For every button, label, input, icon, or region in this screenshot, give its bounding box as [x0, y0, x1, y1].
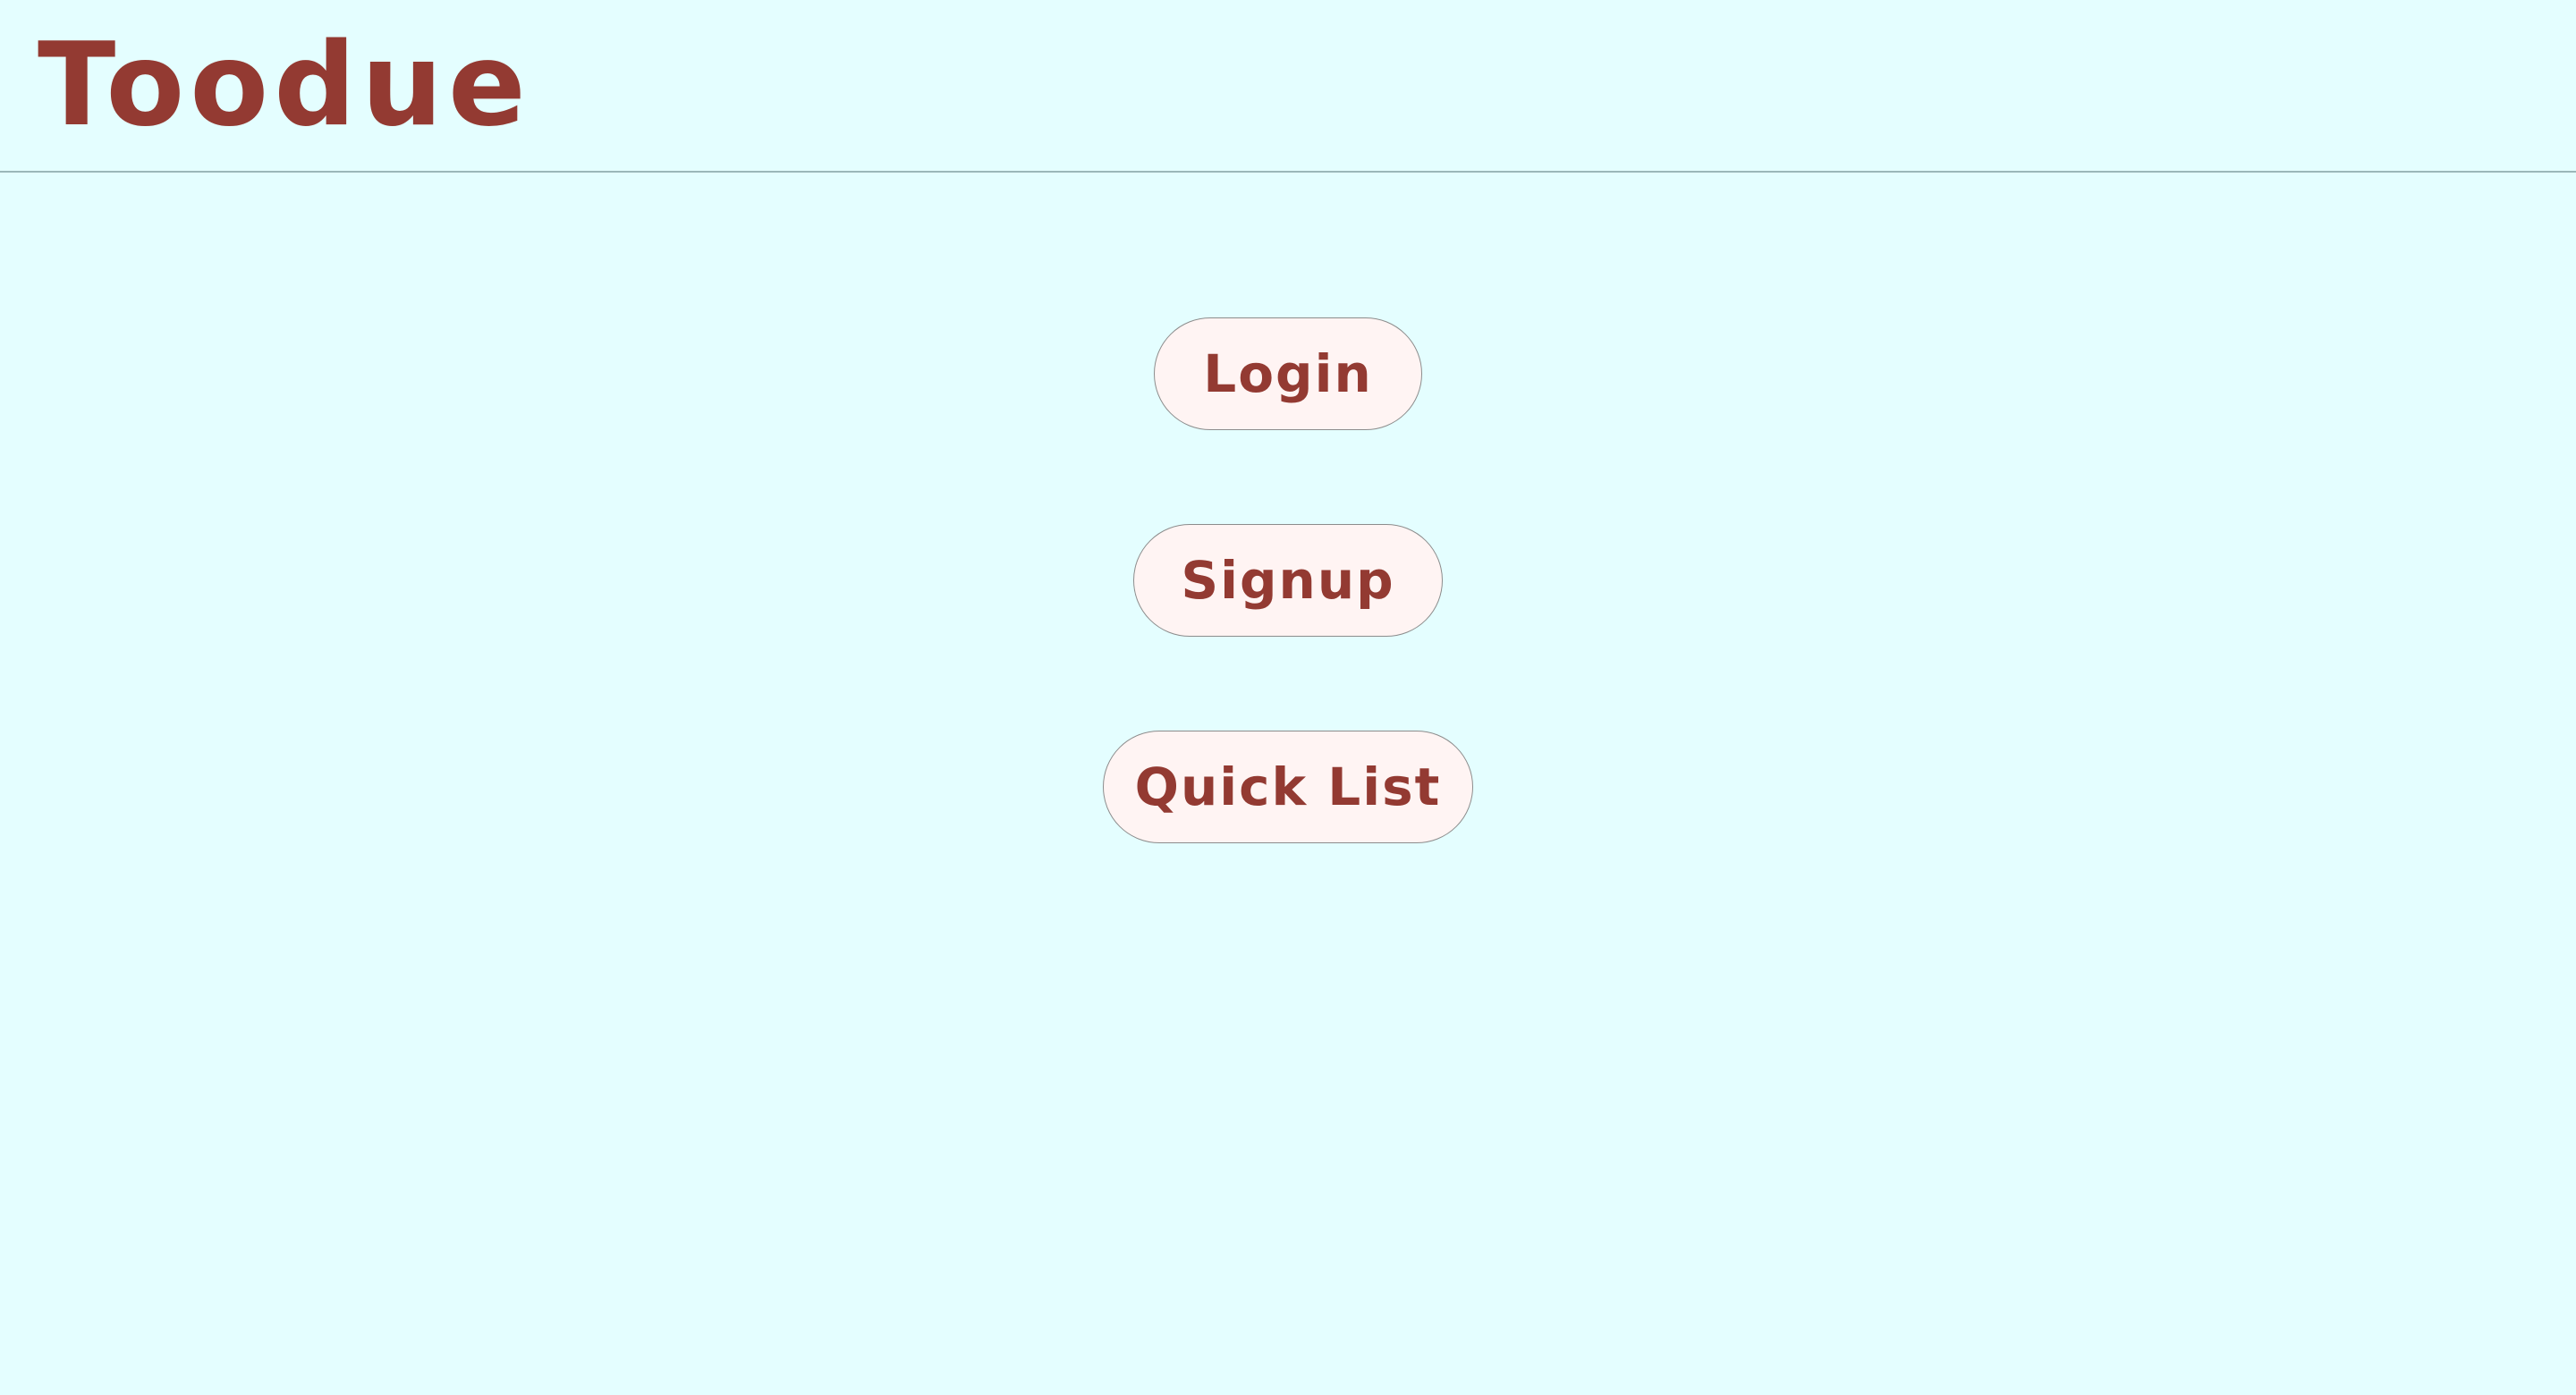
app-header: Toodue — [0, 0, 2576, 173]
login-button[interactable]: Login — [1154, 317, 1422, 430]
signup-button[interactable]: Signup — [1133, 524, 1443, 637]
quick-list-button[interactable]: Quick List — [1103, 731, 1473, 843]
app-logo: Toodue — [38, 19, 531, 152]
landing-menu: Login Signup Quick List — [0, 173, 2576, 1395]
